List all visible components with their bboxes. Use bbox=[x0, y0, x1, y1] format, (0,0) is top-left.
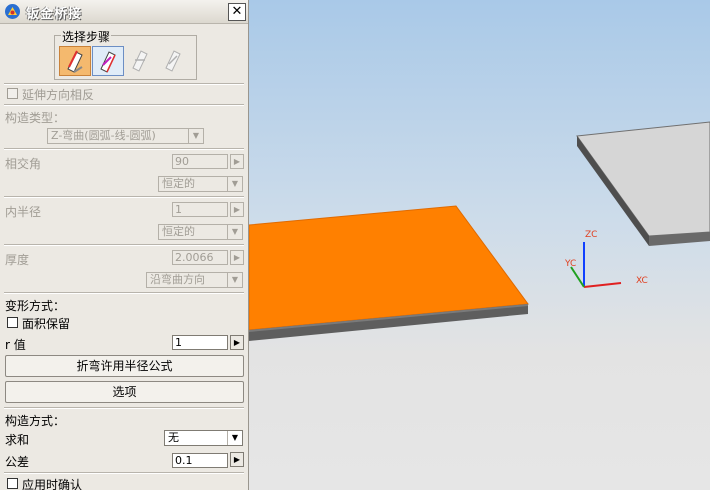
inner-radius-mode-value: 恒定的 bbox=[162, 225, 195, 238]
yc-label: YC bbox=[564, 259, 576, 269]
deformation-label: 变形方式： bbox=[5, 299, 66, 313]
chevron-down-icon: ▼ bbox=[227, 273, 242, 287]
reverse-extension-label: 延伸方向相反 bbox=[22, 88, 95, 102]
inner-radius-input[interactable]: 1 bbox=[172, 202, 228, 217]
confirm-on-apply-label: 应用时确认 bbox=[22, 478, 83, 490]
bend-step-2-icon bbox=[100, 51, 116, 73]
chevron-down-icon: ▼ bbox=[188, 129, 203, 143]
nx-logo-icon bbox=[5, 4, 20, 19]
sum-label: 求和 bbox=[5, 433, 30, 447]
r-value-menu-button[interactable]: ▶ bbox=[230, 335, 244, 350]
chevron-down-icon: ▼ bbox=[227, 431, 242, 445]
orange-sheet-body[interactable] bbox=[249, 205, 529, 341]
intersect-angle-label: 相交角 bbox=[5, 157, 42, 171]
step-4-button[interactable] bbox=[158, 46, 190, 76]
thickness-menu-button[interactable]: ▶ bbox=[230, 250, 244, 265]
intersect-angle-menu-button[interactable]: ▶ bbox=[230, 154, 244, 169]
separator bbox=[4, 472, 244, 474]
dialog-titlebar: 钣金桥接 ✕ bbox=[0, 0, 248, 24]
separator bbox=[4, 292, 244, 294]
step-3-button[interactable] bbox=[125, 46, 157, 76]
thickness-mode-value: 沿弯曲方向 bbox=[150, 273, 205, 286]
options-button[interactable]: 选项 bbox=[5, 381, 244, 403]
reverse-extension-checkbox[interactable] bbox=[7, 88, 18, 99]
intersect-angle-mode-value: 恒定的 bbox=[162, 177, 195, 190]
thickness-input[interactable]: 2.0066 bbox=[172, 250, 228, 265]
bend-step-1-icon bbox=[67, 50, 83, 73]
graphics-viewport[interactable]: ZC YC XC bbox=[249, 0, 710, 490]
zc-label: ZC bbox=[585, 230, 597, 240]
construction-method-label: 构造方式： bbox=[5, 414, 66, 428]
thickness-label: 厚度 bbox=[5, 253, 30, 267]
intersect-angle-input[interactable]: 90 bbox=[172, 154, 228, 169]
bend-radius-formula-button[interactable]: 折弯许用半径公式 bbox=[5, 355, 244, 377]
separator bbox=[4, 104, 244, 106]
area-preserve-checkbox[interactable] bbox=[7, 317, 18, 328]
thickness-mode-select[interactable]: 沿弯曲方向 ▼ bbox=[146, 272, 243, 288]
construction-type-label: 构造类型： bbox=[5, 111, 66, 125]
inner-radius-mode-select[interactable]: 恒定的 ▼ bbox=[158, 224, 243, 240]
x-axis-line bbox=[583, 282, 622, 288]
gray-sheet-body[interactable] bbox=[576, 121, 710, 246]
separator bbox=[4, 196, 244, 198]
dialog-title: 钣金桥接 bbox=[26, 7, 83, 22]
tolerance-label: 公差 bbox=[5, 455, 30, 469]
confirm-on-apply-checkbox[interactable] bbox=[7, 478, 18, 489]
xc-label: XC bbox=[636, 276, 648, 286]
wcs-triad: ZC YC XC bbox=[564, 230, 648, 288]
tolerance-input[interactable]: 0.1 bbox=[172, 453, 228, 468]
bend-step-4-icon bbox=[165, 50, 181, 72]
separator bbox=[4, 407, 244, 409]
bend-step-3-icon bbox=[132, 50, 148, 72]
r-value-label: r 值 bbox=[5, 338, 26, 352]
step-group-label: 选择步骤 bbox=[61, 28, 112, 45]
scene-canvas[interactable]: ZC YC XC bbox=[249, 0, 710, 490]
step-2-button[interactable] bbox=[92, 46, 124, 76]
step-selection-group: 选择步骤 bbox=[54, 28, 197, 80]
inner-radius-menu-button[interactable]: ▶ bbox=[230, 202, 244, 217]
chevron-down-icon: ▼ bbox=[227, 177, 242, 191]
close-button[interactable]: ✕ bbox=[228, 3, 246, 21]
bridge-dialog-panel: 钣金桥接 ✕ 选择步骤 延伸方向相反 构造类型： Z-弯曲(圆弧-线-圆弧) ▼… bbox=[0, 0, 249, 490]
separator bbox=[4, 148, 244, 150]
area-preserve-label: 面积保留 bbox=[22, 317, 71, 331]
intersect-angle-mode-select[interactable]: 恒定的 ▼ bbox=[158, 176, 243, 192]
construction-type-select[interactable]: Z-弯曲(圆弧-线-圆弧) ▼ bbox=[47, 128, 204, 144]
inner-radius-label: 内半径 bbox=[5, 205, 42, 219]
step-1-button[interactable] bbox=[59, 46, 91, 76]
construction-type-value: Z-弯曲(圆弧-线-圆弧) bbox=[51, 129, 156, 142]
chevron-down-icon: ▼ bbox=[227, 225, 242, 239]
y-axis-line bbox=[570, 266, 585, 288]
separator bbox=[4, 83, 244, 85]
sum-value: 无 bbox=[168, 431, 179, 444]
separator bbox=[4, 244, 244, 246]
sum-select[interactable]: 无 ▼ bbox=[164, 430, 243, 446]
r-value-input[interactable]: 1 bbox=[172, 335, 228, 350]
tolerance-menu-button[interactable]: ▶ bbox=[230, 452, 244, 467]
